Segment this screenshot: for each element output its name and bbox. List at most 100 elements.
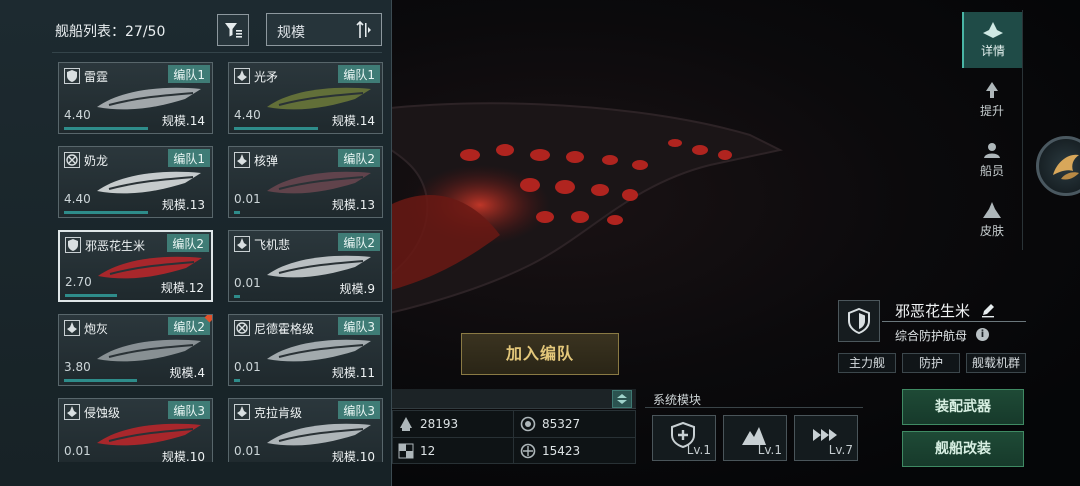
stat-durability: 85327 [520, 416, 580, 432]
ship-tag-carrier-wing: 舰载机群 [966, 353, 1026, 373]
ship-tag-defense: 防护 [902, 353, 960, 373]
ship-card-scale: 规模.9 [339, 282, 375, 296]
ship-card[interactable]: 克拉肯级 编队3 0.01 规模.10 [228, 398, 383, 462]
tab-skin-label: 皮肤 [979, 224, 1004, 238]
sort-select[interactable]: 规模 [266, 13, 382, 46]
ship-card-scale: 规模.14 [161, 114, 205, 128]
attack-icon [64, 404, 80, 420]
filter-button[interactable] [217, 14, 249, 46]
ship-card-scale: 规模.4 [169, 366, 205, 380]
ship-card[interactable]: 炮灰 编队2 3.80 规模.4 [58, 314, 213, 386]
attack-icon [64, 320, 80, 336]
ship-card[interactable]: 奶龙 编队1 4.40 规模.13 [58, 146, 213, 218]
checker-icon [398, 443, 414, 459]
ship-card[interactable]: 侵蚀级 编队3 0.01 规模.10 [58, 398, 213, 462]
ship-modify-button[interactable]: 舰船改装 [902, 431, 1024, 467]
level-progress-bar [234, 127, 318, 130]
sort-select-label: 规模 [277, 25, 305, 41]
system-modules-title: 系统模块 [653, 393, 702, 407]
ship-card-level: 0.01 [234, 276, 261, 290]
stat-durability-value: 85327 [542, 417, 581, 431]
faction-emblem-button[interactable] [1036, 136, 1080, 196]
bird-emblem-icon [1053, 154, 1079, 180]
ship-card-level: 4.40 [64, 192, 91, 206]
edit-name-icon[interactable] [980, 302, 996, 318]
ship-type: 综合防护航母 [895, 329, 968, 343]
ship-card-scale: 规模.10 [161, 450, 205, 462]
ship-name: 邪恶花生米 [895, 302, 971, 320]
skin-icon [983, 202, 1001, 218]
ship-card-level: 4.40 [234, 108, 261, 122]
stat-aircraft-value: 12 [420, 444, 436, 458]
stat-speed-value: 15423 [542, 444, 581, 458]
level-progress-bar [64, 211, 148, 214]
tab-upgrade[interactable]: 提升 [962, 72, 1022, 128]
stat-firepower: 28193 [398, 416, 458, 432]
tab-crew[interactable]: 船员 [962, 132, 1022, 188]
ship-card-level: 4.40 [64, 108, 91, 122]
shield-icon [848, 308, 870, 334]
shield-icon [65, 237, 81, 253]
fleet-list-title: 舰船列表：27/50 [55, 24, 166, 40]
tab-skin[interactable]: 皮肤 [962, 192, 1022, 248]
level-progress-bar [234, 211, 240, 214]
level-progress-bar [65, 294, 117, 297]
system-modules: 系统模块 Lv.1 Lv.1 Lv.7 [645, 388, 863, 466]
ship-class-badge [838, 300, 880, 342]
ship-card-scale: 规模.13 [331, 198, 375, 212]
fleet-count: 27/50 [125, 24, 166, 40]
ship-card[interactable]: 邪恶花生米 编队2 2.70 规模.12 [58, 230, 213, 302]
modules-divider [645, 407, 863, 408]
module-slot-repair[interactable]: Lv.1 [652, 415, 716, 461]
ship-card-level: 0.01 [234, 192, 261, 206]
module-slot-terrain[interactable]: Lv.1 [723, 415, 787, 461]
ship-card-scale: 规模.14 [331, 114, 375, 128]
shield-icon [64, 68, 80, 84]
join-fleet-button[interactable]: 加入编队 [461, 333, 619, 375]
ship-card-level: 2.70 [65, 275, 92, 289]
ship-card[interactable]: 尼德霍格级 编队3 0.01 规模.11 [228, 314, 383, 386]
ship-card-scale: 规模.12 [160, 281, 204, 295]
ship-card[interactable]: 雷霆 编队1 4.40 规模.14 [58, 62, 213, 134]
module-level: Lv.7 [828, 443, 853, 457]
ship-card[interactable]: 光矛 编队1 4.40 规模.14 [228, 62, 383, 134]
support-icon [234, 320, 250, 336]
ship-card-level: 0.01 [234, 444, 261, 458]
ship-card-level: 0.01 [234, 360, 261, 374]
target-icon [520, 443, 536, 459]
stats-toggle-button[interactable] [612, 390, 632, 408]
attack-icon [234, 236, 250, 252]
nav-divider [1022, 10, 1023, 250]
level-progress-bar [234, 295, 240, 298]
support-icon [64, 152, 80, 168]
ship-card-scale: 规模.11 [331, 366, 375, 380]
tab-details[interactable]: 详情 [962, 12, 1022, 68]
ship-card[interactable]: 核弹 编队2 0.01 规模.13 [228, 146, 383, 218]
fleet-list-panel: 舰船列表：27/50 规模 雷霆 编队1 4.40 规模.14 光矛 编队1 4.40 规模.… [0, 0, 392, 486]
tab-crew-label: 船员 [979, 164, 1004, 178]
equip-weapons-button[interactable]: 装配武器 [902, 389, 1024, 425]
ship-card-level: 3.80 [64, 360, 91, 374]
ship-tag-capital: 主力舰 [838, 353, 896, 373]
tab-details-label: 详情 [980, 44, 1005, 58]
level-progress-bar [234, 379, 240, 382]
stats-header [392, 389, 636, 409]
module-level: Lv.1 [686, 443, 711, 457]
stat-aircraft: 12 [398, 443, 435, 459]
sort-order-icon [356, 20, 371, 38]
crew-icon [984, 143, 1000, 158]
filter-icon [225, 23, 242, 38]
ship-card-scale: 规模.13 [161, 198, 205, 212]
module-slot-thruster[interactable]: Lv.7 [794, 415, 858, 461]
attack-icon [234, 68, 250, 84]
panel-divider [52, 52, 382, 53]
ship-card-scale: 规模.10 [331, 450, 375, 462]
stats-divider [392, 437, 636, 438]
ship-card[interactable]: 飞机悲 编队2 0.01 规模.9 [228, 230, 383, 302]
durability-icon [520, 416, 536, 432]
ship-name-underline [882, 321, 1026, 322]
info-icon[interactable]: i [976, 328, 989, 341]
upgrade-icon [986, 82, 998, 98]
ship-card-grid: 雷霆 编队1 4.40 规模.14 光矛 编队1 4.40 规模.14 奶龙 编队1 4.40 规模.… [58, 62, 384, 462]
selected-ship-model [330, 102, 783, 325]
